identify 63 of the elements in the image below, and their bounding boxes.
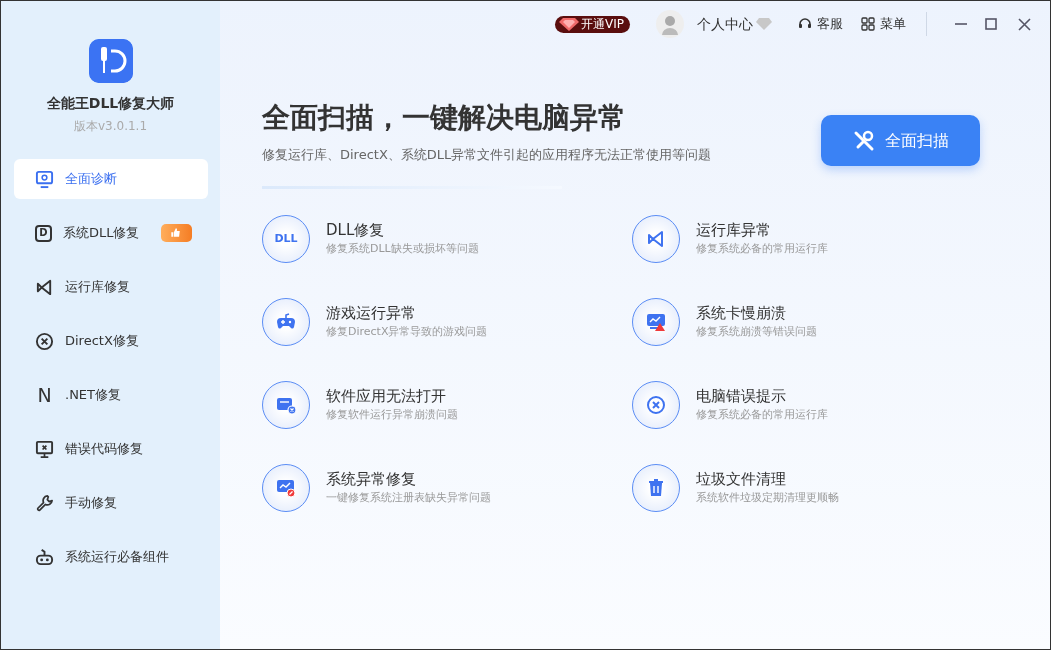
sidebar-item[interactable]: DirectX修复 — [14, 321, 208, 361]
feature-icon-badge[interactable] — [262, 381, 310, 429]
wrench-icon — [35, 493, 54, 513]
headset-icon — [798, 17, 812, 31]
sidebar-item[interactable]: 运行库修复 — [14, 267, 208, 307]
monitor-x-icon — [35, 439, 54, 459]
feature-description: 修复系统崩溃等错误问题 — [696, 323, 817, 340]
service-button[interactable]: 客服 — [798, 14, 843, 34]
sidebar-item[interactable]: 系统运行必备组件 — [14, 537, 208, 577]
feature-icon-badge[interactable] — [262, 464, 310, 512]
feature-icon-badge[interactable]: DLL — [262, 215, 310, 263]
feature-icon-badge[interactable] — [632, 298, 680, 346]
ribbon-icon — [646, 229, 666, 249]
feature-title[interactable]: 电脑错误提示 — [696, 387, 828, 407]
feature-description: 修复系统DLL缺失或损坏等问题 — [326, 240, 479, 257]
close-icon — [1017, 17, 1031, 31]
thumbs-up-icon — [170, 226, 183, 240]
sidebar-item[interactable]: 错误代码修复 — [14, 429, 208, 469]
feature-title[interactable]: 软件应用无法打开 — [326, 387, 458, 407]
full-scan-button[interactable]: 全面扫描 — [821, 115, 980, 166]
feature-description: 修复系统必备的常用运行库 — [696, 240, 828, 257]
trash-icon — [646, 478, 666, 498]
sidebar-item[interactable]: D 系统DLL修复 — [14, 213, 208, 253]
feature-title[interactable]: 运行库异常 — [696, 221, 828, 241]
menu-button[interactable]: 菜单 — [861, 14, 906, 34]
hero-subtitle: 修复运行库、DirectX、系统DLL异常文件引起的应用程序无法正常使用等问题 — [262, 145, 712, 164]
feature-description: 修复DirectX异常导致的游戏问题 — [326, 323, 488, 340]
feature-title[interactable]: 系统异常修复 — [326, 470, 491, 490]
x-circle-icon — [35, 331, 54, 351]
app-title: 全能王DLL修复大师 — [46, 94, 175, 113]
feature-description: 修复系统必备的常用运行库 — [696, 406, 828, 423]
monitor-warning-icon — [646, 312, 666, 332]
sidebar-item[interactable]: 全面诊断 — [14, 159, 208, 199]
vip-button[interactable]: 开通VIP — [555, 15, 630, 33]
user-center-link[interactable]: 个人中心 — [697, 13, 753, 35]
ribbon-icon — [35, 277, 54, 297]
feature-title[interactable]: DLL修复 — [326, 221, 479, 241]
feature-icon-badge[interactable] — [632, 215, 680, 263]
feature-icon-badge[interactable] — [262, 298, 310, 346]
diamond-icon — [756, 18, 772, 30]
monitor-search-icon — [35, 169, 54, 189]
feature-icon-badge[interactable] — [632, 381, 680, 429]
version-label: 版本v3.0.1.1 — [73, 118, 148, 135]
letter-icon: N — [35, 385, 54, 405]
hero-title: 全面扫描，一键解决电脑异常 — [262, 101, 627, 135]
feature-title[interactable]: 系统卡慢崩溃 — [696, 304, 817, 324]
maximize-icon — [985, 18, 997, 30]
robot-icon — [35, 547, 54, 567]
feature-title[interactable]: 游戏运行异常 — [326, 304, 488, 324]
feature-description: 修复软件运行异常崩溃问题 — [326, 406, 458, 423]
sidebar-item[interactable]: 手动修复 — [14, 483, 208, 523]
grid-icon — [861, 17, 875, 31]
app-logo-icon — [88, 39, 133, 83]
feature-description: 系统软件垃圾定期清理更顺畅 — [696, 489, 839, 506]
diamond-icon — [559, 17, 579, 31]
feature-description: 一键修复系统注册表缺失异常问题 — [326, 489, 491, 506]
feature-title[interactable]: 垃圾文件清理 — [696, 470, 839, 490]
feature-icon-badge[interactable] — [632, 464, 680, 512]
sidebar-item[interactable]: N .NET修复 — [14, 375, 208, 415]
letter-icon: D — [35, 224, 52, 242]
x-circle-icon — [646, 395, 666, 415]
monitor-repair-icon — [276, 478, 296, 498]
window-x-icon — [276, 395, 296, 415]
